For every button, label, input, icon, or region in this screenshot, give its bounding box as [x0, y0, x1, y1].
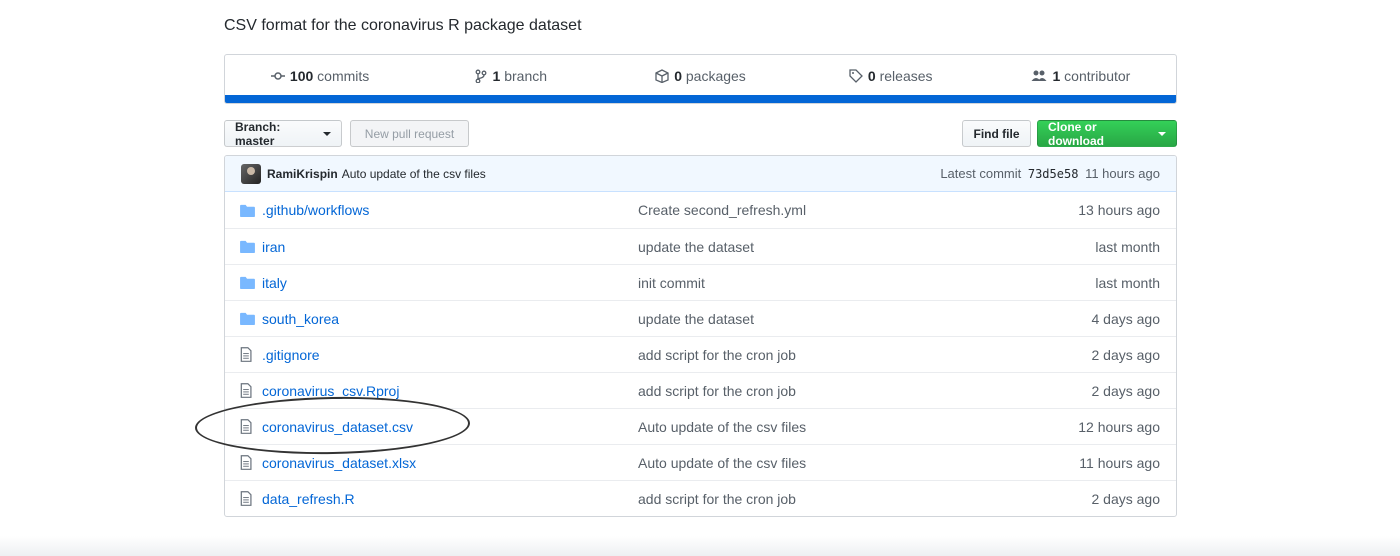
folder-icon	[240, 240, 256, 253]
clone-download-label: Clone or download	[1048, 119, 1104, 148]
commits-label: commits	[317, 68, 370, 84]
file-name-link[interactable]: coronavirus_dataset.xlsx	[262, 455, 638, 471]
file-row: coronavirus_csv.Rproj add script for the …	[225, 372, 1176, 408]
commit-author-link[interactable]: RamiKrispin	[267, 167, 338, 181]
releases-count: 0	[867, 68, 876, 84]
file-row: .github/workflows Create second_refresh.y…	[225, 192, 1176, 228]
latest-commit-age: 11 hours ago	[1085, 166, 1160, 181]
file-name-link[interactable]: data_refresh.R	[262, 491, 638, 507]
file-name-link[interactable]: iran	[262, 239, 638, 255]
packages-link[interactable]: 0 packages	[605, 68, 795, 84]
contributor-count: 1	[1052, 68, 1061, 84]
find-file-button[interactable]: Find file	[962, 120, 1031, 147]
file-name-link[interactable]: south_korea	[262, 311, 638, 327]
folder-icon	[240, 204, 256, 217]
file-commit-message-link[interactable]: Create second_refresh.yml	[638, 202, 1078, 218]
package-icon	[655, 69, 669, 83]
file-age: 2 days ago	[1091, 490, 1161, 507]
people-icon	[1031, 70, 1047, 81]
folder-icon	[240, 312, 256, 325]
file-commit-message-link[interactable]: add script for the cron job	[638, 491, 1092, 507]
file-name-link[interactable]: coronavirus_dataset.csv	[262, 419, 638, 435]
file-commit-message-link[interactable]: add script for the cron job	[638, 383, 1092, 399]
file-row: coronavirus_dataset.csv Auto update of th…	[225, 408, 1176, 444]
file-age: 13 hours ago	[1078, 202, 1160, 218]
file-name-link[interactable]: .gitignore	[262, 347, 638, 363]
commit-message-link[interactable]: Auto update of the csv files	[342, 167, 486, 181]
bottom-shadow	[0, 536, 1400, 556]
branch-label: branch	[504, 68, 548, 84]
chevron-down-icon	[1158, 131, 1166, 136]
releases-link[interactable]: 0 releases	[796, 68, 986, 84]
file-age: 12 hours ago	[1078, 418, 1160, 435]
packages-label: packages	[685, 68, 746, 84]
file-rows: .github/workflows Create second_refresh.y…	[225, 192, 1176, 516]
packages-count: 0	[674, 68, 682, 84]
file-age: 2 days ago	[1091, 346, 1161, 363]
file-name-link[interactable]: coronavirus_csv.Rproj	[262, 383, 638, 399]
new-pull-request-label: New pull request	[364, 126, 455, 141]
file-commit-message-link[interactable]: update the dataset	[638, 239, 1095, 255]
tag-icon	[849, 69, 863, 83]
file-row: .gitignore add script for the cron job 2 d…	[225, 336, 1176, 372]
avatar[interactable]	[241, 163, 261, 184]
clone-download-button[interactable]: Clone or download	[1037, 119, 1177, 148]
file-commit-message-link[interactable]: update the dataset	[638, 311, 1092, 327]
repo-summary: 100 commits 1 branch 0 packages 0 releas…	[224, 54, 1177, 104]
commits-count: 100	[289, 68, 314, 84]
file-row: italy init commit last month	[225, 264, 1176, 300]
language-bar[interactable]	[225, 95, 1176, 103]
commits-link[interactable]: 100 commits	[225, 68, 415, 84]
file-name-link[interactable]: italy	[262, 275, 638, 291]
file-icon	[240, 419, 256, 434]
file-row: south_korea update the dataset 4 days ago	[225, 300, 1176, 336]
releases-label: releases	[879, 68, 933, 84]
file-row: data_refresh.R add script for the cron jo…	[225, 480, 1176, 516]
branch-select-label: Branch: master	[235, 119, 281, 148]
commit-sha-link[interactable]: 73d5e58	[1028, 167, 1079, 181]
file-row: coronavirus_dataset.xlsx Auto update of t…	[225, 444, 1176, 480]
new-pull-request-button[interactable]: New pull request	[350, 120, 469, 147]
latest-commit-info: Latest commit 73d5e58 11 hours ago	[940, 166, 1160, 181]
file-icon	[240, 455, 256, 470]
branch-count: 1	[492, 68, 501, 84]
file-icon	[240, 347, 256, 362]
commit-icon	[270, 72, 285, 80]
latest-commit-prefix: Latest commit	[940, 166, 1022, 181]
file-row: iran update the dataset last month	[225, 228, 1176, 264]
file-name-link[interactable]: .github/workflows	[262, 202, 638, 218]
file-age: last month	[1095, 274, 1160, 291]
contributors-link[interactable]: 1 contributor	[986, 68, 1176, 84]
file-age: 2 days ago	[1091, 382, 1161, 399]
file-commit-message-link[interactable]: init commit	[638, 275, 1095, 291]
folder-icon	[240, 276, 256, 289]
find-file-label: Find file	[973, 126, 1020, 141]
file-icon	[240, 383, 256, 398]
contributor-label: contributor	[1064, 68, 1131, 84]
file-commit-message-link[interactable]: Auto update of the csv files	[638, 419, 1078, 435]
file-age: 11 hours ago	[1079, 454, 1160, 471]
file-icon	[240, 491, 256, 506]
chevron-down-icon	[323, 131, 331, 136]
file-age: 4 days ago	[1091, 310, 1161, 327]
file-commit-message-link[interactable]: Auto update of the csv files	[638, 455, 1079, 471]
file-commit-message-link[interactable]: add script for the cron job	[638, 347, 1092, 363]
branches-link[interactable]: 1 branch	[415, 68, 605, 84]
branch-select-button[interactable]: Branch: master	[224, 119, 342, 148]
branch-icon	[475, 69, 486, 83]
latest-commit-bar: RamiKrispin Auto update of the csv files…	[225, 156, 1176, 192]
file-list: RamiKrispin Auto update of the csv files…	[224, 155, 1177, 517]
repo-description: CSV format for the coronavirus R package…	[224, 17, 582, 34]
file-age: last month	[1095, 238, 1160, 255]
